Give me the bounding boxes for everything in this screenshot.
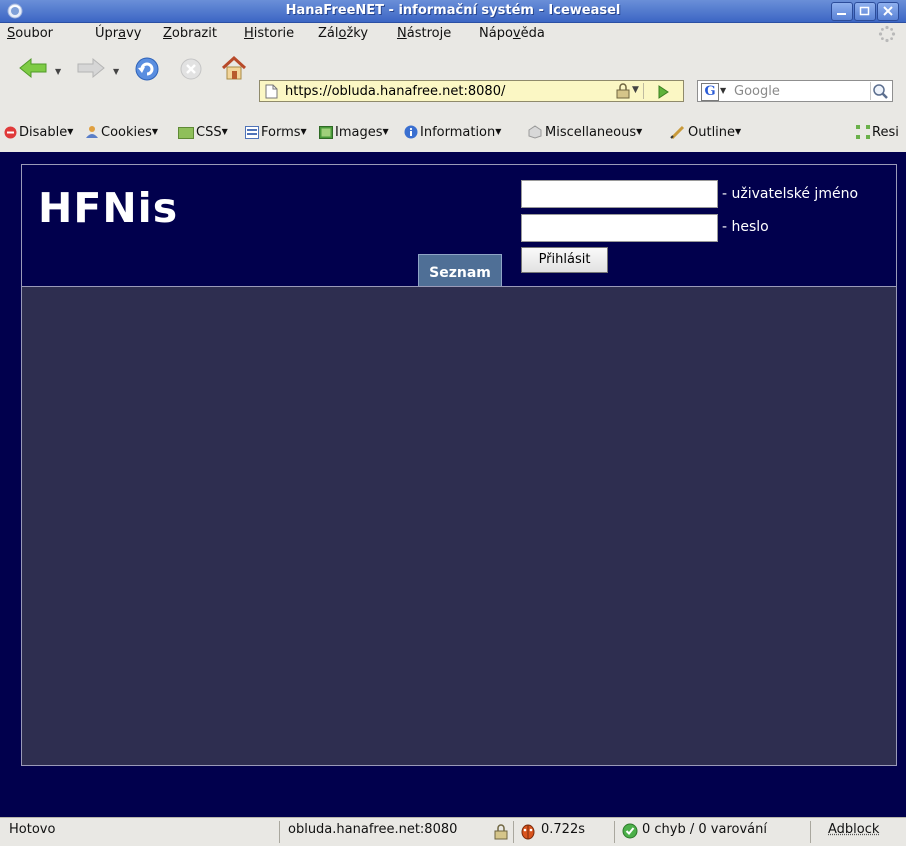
disable-icon: [4, 126, 17, 139]
site-logo: HFNis: [38, 184, 178, 232]
dev-miscellaneous-menu[interactable]: Miscellaneous▼: [527, 125, 642, 140]
status-bar: Hotovo obluda.hanafree.net:8080 0.722s 0…: [0, 817, 906, 846]
main-panel: HFNis Seznam - uživatelské jméno - heslo…: [21, 164, 897, 766]
status-divider: [513, 821, 514, 843]
menu-zalozky[interactable]: Záložky: [318, 26, 368, 41]
page-icon: [265, 84, 278, 99]
maximize-icon: [859, 6, 871, 16]
back-dropdown-icon[interactable]: ▼: [55, 67, 61, 76]
minimize-icon: [836, 6, 848, 16]
validator-ok-icon[interactable]: [622, 823, 638, 839]
password-input[interactable]: [521, 214, 718, 242]
css-icon: [178, 127, 194, 139]
dev-resize-menu[interactable]: Resi: [856, 125, 899, 140]
cookies-icon: [85, 125, 99, 139]
stop-icon[interactable]: [179, 57, 203, 81]
password-label: - heslo: [722, 219, 769, 235]
dev-outline-menu[interactable]: Outline▼: [670, 125, 741, 140]
images-icon: [319, 126, 333, 139]
address-divider: [643, 83, 644, 99]
menu-nastroje[interactable]: Nástroje: [397, 26, 451, 41]
status-text: Hotovo: [9, 822, 55, 844]
close-button[interactable]: [877, 2, 899, 21]
url-history-dropdown-icon[interactable]: ▼: [632, 85, 639, 95]
back-arrow-icon[interactable]: [18, 57, 48, 79]
search-engine-dropdown-icon[interactable]: ▼: [720, 86, 726, 95]
status-lock-icon[interactable]: [494, 824, 508, 840]
google-engine-icon[interactable]: G: [701, 83, 719, 101]
outline-icon: [670, 125, 686, 139]
search-box[interactable]: G ▼ Google: [697, 80, 893, 102]
home-icon[interactable]: [220, 55, 248, 81]
address-bar[interactable]: https://obluda.hanafree.net:8080/ ▼: [259, 80, 684, 102]
dev-forms-menu[interactable]: Forms▼: [245, 125, 307, 140]
magnifier-icon: [871, 82, 889, 100]
menu-upravy[interactable]: Úpravy: [95, 26, 141, 41]
web-developer-toolbar: Disable▼ Cookies▼ CSS▼ Forms▼ Images▼ In…: [0, 122, 906, 144]
tab-seznam[interactable]: Seznam: [418, 254, 502, 286]
forward-dropdown-icon[interactable]: ▼: [113, 67, 119, 76]
window-titlebar[interactable]: HanaFreeNET - informační systém - Icewea…: [0, 0, 906, 23]
maximize-button[interactable]: [854, 2, 876, 21]
forms-icon: [245, 126, 259, 139]
dev-information-menu[interactable]: Information▼: [404, 125, 501, 140]
status-divider: [810, 821, 811, 843]
search-placeholder[interactable]: Google: [734, 84, 780, 99]
menu-bar: Soubor Úpravy Zobrazit Historie Záložky …: [0, 23, 906, 45]
information-icon: [404, 125, 418, 139]
forward-arrow-icon[interactable]: [76, 57, 106, 79]
dev-images-menu[interactable]: Images▼: [319, 125, 389, 140]
lock-icon[interactable]: [616, 83, 630, 99]
resize-icon: [856, 125, 870, 139]
status-divider: [279, 821, 280, 843]
status-load-time: 0.722s: [541, 822, 585, 844]
username-input[interactable]: [521, 180, 718, 208]
go-icon[interactable]: [655, 84, 671, 100]
status-divider: [614, 821, 615, 843]
reload-icon[interactable]: [134, 56, 160, 82]
menu-napoveda[interactable]: Nápověda: [479, 26, 545, 41]
login-button[interactable]: Přihlásit: [521, 247, 608, 273]
menu-soubor[interactable]: Soubor: [7, 26, 53, 41]
dev-disable-menu[interactable]: Disable▼: [4, 125, 73, 140]
miscellaneous-icon: [527, 125, 543, 139]
page-viewport: HFNis Seznam - uživatelské jméno - heslo…: [0, 152, 906, 817]
username-label: - uživatelské jméno: [722, 186, 858, 202]
dev-cookies-menu[interactable]: Cookies▼: [85, 125, 158, 140]
close-icon: [882, 6, 894, 16]
status-validation[interactable]: 0 chyb / 0 varování: [642, 822, 767, 844]
window-title: HanaFreeNET - informační systém - Icewea…: [0, 3, 906, 18]
firebug-icon[interactable]: [519, 822, 537, 840]
menu-zobrazit[interactable]: Zobrazit: [163, 26, 217, 41]
url-text[interactable]: https://obluda.hanafree.net:8080/: [285, 84, 505, 99]
page-header: HFNis Seznam - uživatelské jméno - heslo…: [22, 165, 896, 287]
minimize-button[interactable]: [831, 2, 853, 21]
search-button[interactable]: [870, 82, 891, 100]
status-host[interactable]: obluda.hanafree.net:8080: [288, 822, 457, 844]
menu-historie[interactable]: Historie: [244, 26, 294, 41]
adblock-status[interactable]: Adblock: [828, 822, 879, 844]
dev-css-menu[interactable]: CSS▼: [178, 125, 228, 140]
throbber-icon: [878, 25, 896, 43]
